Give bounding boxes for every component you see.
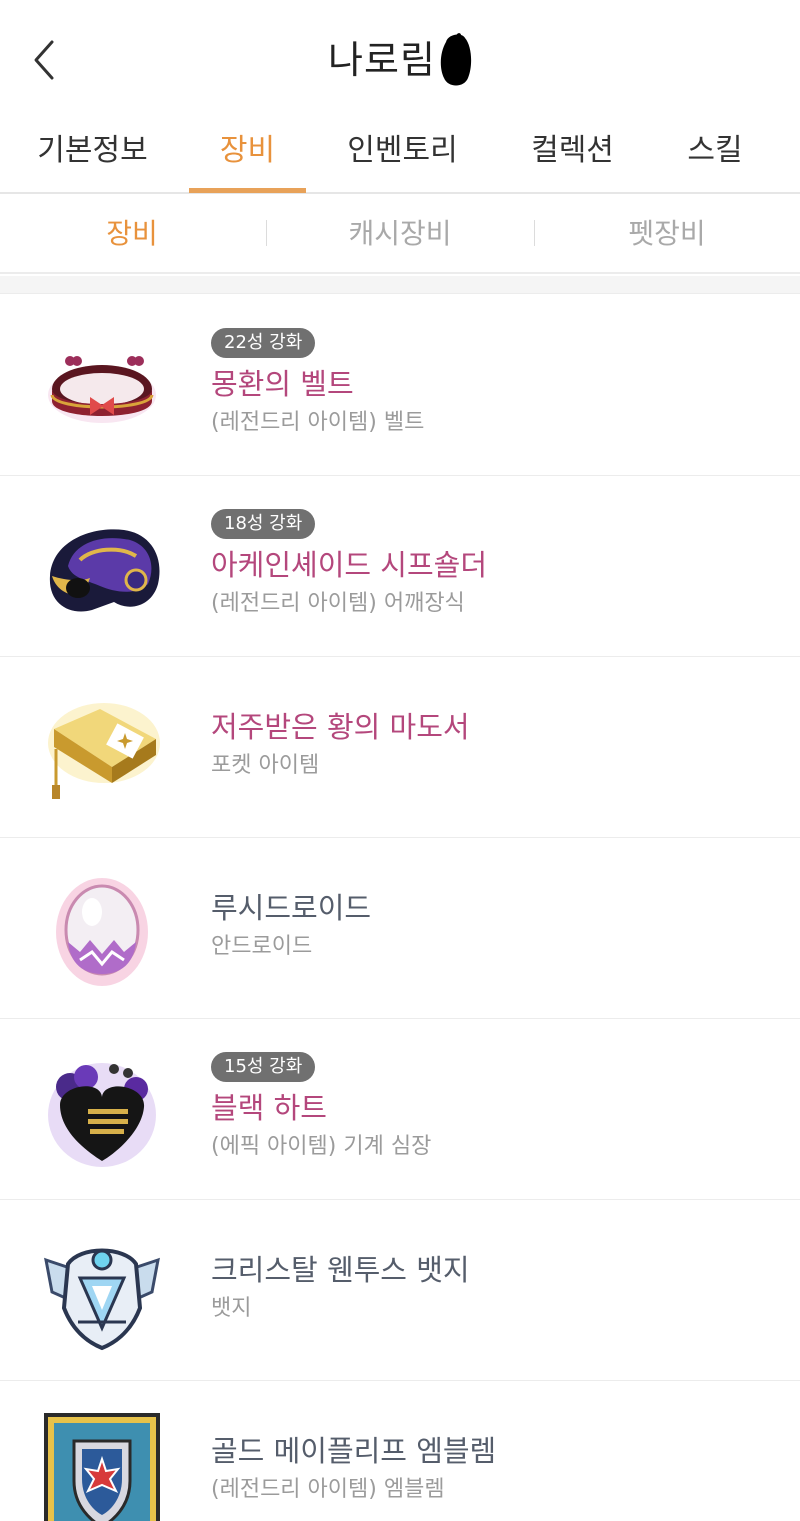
black-heart-icon [40,1049,164,1173]
item-type: (레전드리 아이템) 벨트 [211,410,425,435]
item-name: 아케인셰이드 시프숄더 [211,548,488,582]
item-name: 블랙 하트 [211,1091,327,1125]
list-item[interactable]: 22성 강화 몽환의 벨트 (레전드리 아이템) 벨트 [0,295,800,476]
item-type: 안드로이드 [211,934,313,959]
page-title: 나로림 [328,38,436,82]
active-tab-indicator [189,188,306,193]
subtab-equipment[interactable]: 장비 [62,194,202,274]
subtab-divider [534,220,535,246]
list-item[interactable]: 15성 강화 블랙 하트 (에픽 아이템) 기계 심장 [0,1019,800,1200]
enhancement-badge: 22성 강화 [211,328,316,358]
item-name: 몽환의 벨트 [211,367,354,401]
item-type: 포켓 아이템 [211,753,320,778]
item-type: (레전드리 아이템) 어깨장식 [211,591,465,616]
item-name: 루시드로이드 [211,891,372,925]
list-item[interactable]: 18성 강화 아케인셰이드 시프숄더 (레전드리 아이템) 어깨장식 [0,476,800,657]
tab-equipment[interactable]: 장비 [189,118,306,194]
item-type: (레전드리 아이템) 엠블렘 [211,1477,445,1502]
tab-inventory[interactable]: 인벤토리 [330,118,475,194]
grimoire-icon [40,687,164,811]
redaction-mark [440,33,472,86]
subtab-pet-equipment[interactable]: 펫장비 [592,194,742,274]
item-type: 뱃지 [211,1296,252,1321]
belt-icon [40,325,164,449]
egg-icon [40,868,164,992]
subtab-divider [266,220,267,246]
list-item[interactable]: 저주받은 황의 마도서 포켓 아이템 [0,657,800,838]
equipment-list: 22성 강화 몽환의 벨트 (레전드리 아이템) 벨트 18성 강화 아케인셰이… [0,295,800,1521]
list-item[interactable]: 루시드로이드 안드로이드 [0,838,800,1019]
crystal-badge-icon [40,1230,164,1354]
enhancement-badge: 18성 강화 [211,509,316,539]
shoulder-icon [40,506,164,630]
item-name: 골드 메이플리프 엠블렘 [211,1434,497,1468]
section-spacer [0,276,800,294]
emblem-icon [40,1411,164,1521]
subtab-cash-equipment[interactable]: 캐시장비 [320,194,480,274]
tab-skill[interactable]: 스킬 [660,118,770,194]
item-name: 저주받은 황의 마도서 [211,710,470,744]
list-item[interactable]: 골드 메이플리프 엠블렘 (레전드리 아이템) 엠블렘 [0,1381,800,1521]
list-item[interactable]: 크리스탈 웬투스 뱃지 뱃지 [0,1200,800,1381]
item-type: (에픽 아이템) 기계 심장 [211,1134,432,1159]
enhancement-badge: 15성 강화 [211,1052,316,1082]
main-tabs: 기본정보 장비 인벤토리 컬렉션 스킬 [0,118,800,194]
item-name: 크리스탈 웬투스 뱃지 [211,1253,470,1287]
tab-basic-info[interactable]: 기본정보 [20,118,165,194]
app-header: 나로림 [0,0,800,118]
tab-collection[interactable]: 컬렉션 [500,118,645,194]
sub-tabs: 장비 캐시장비 펫장비 [0,194,800,274]
